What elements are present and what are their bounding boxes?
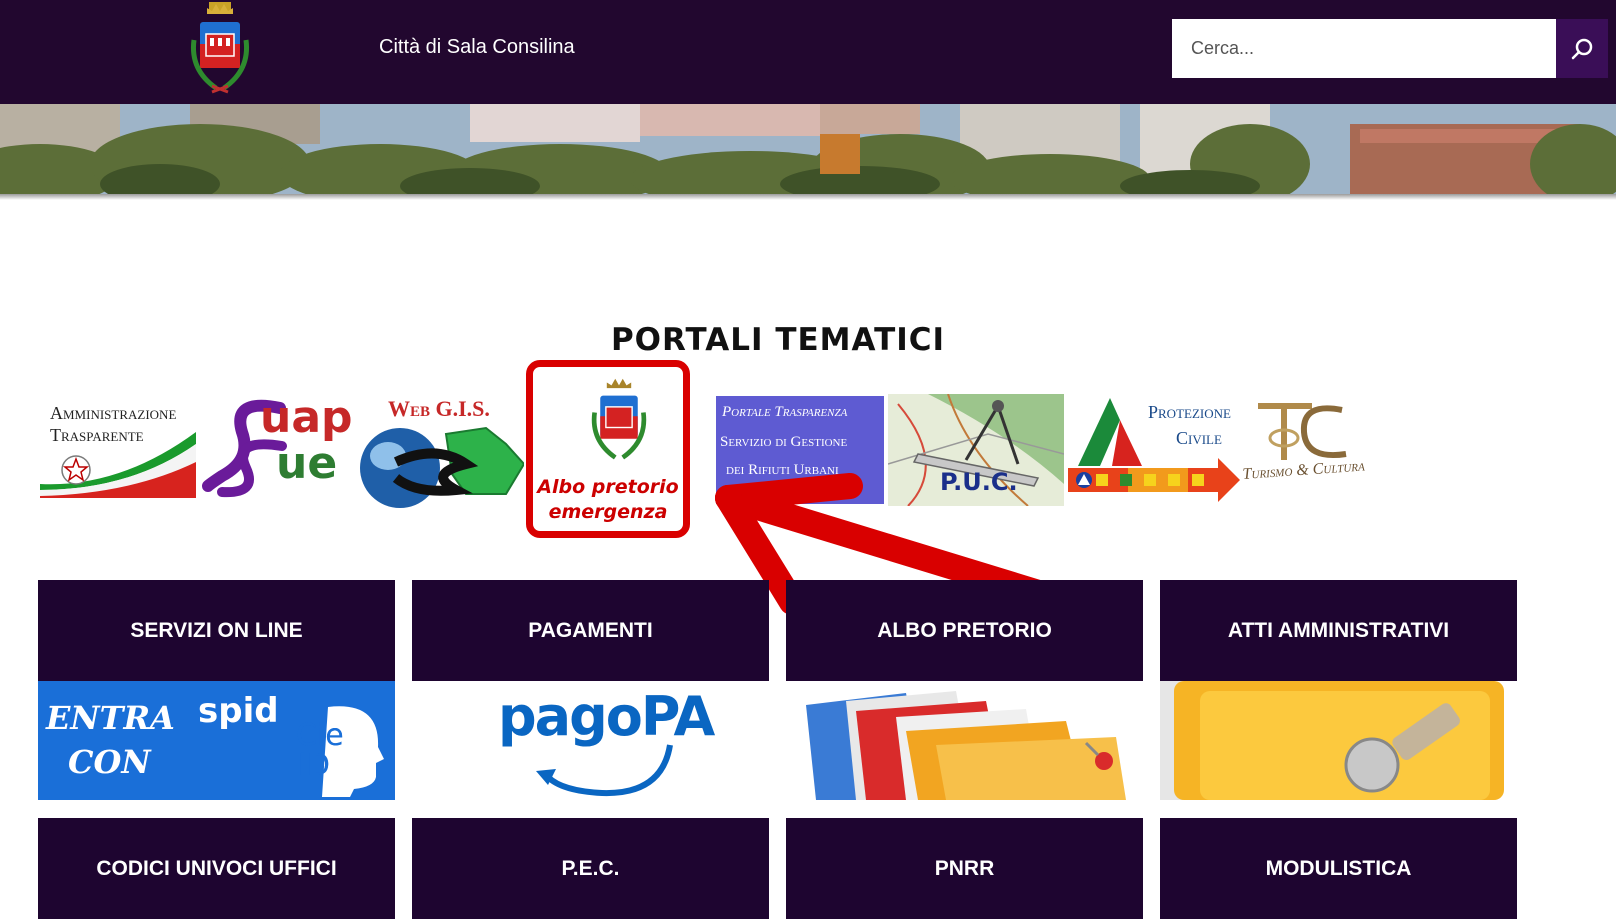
portal-label-line1: Amministrazione: [50, 403, 177, 423]
locked-folder-image: [1160, 681, 1517, 800]
portal-puc[interactable]: P.U.C.: [888, 394, 1064, 506]
portal-trasparenza-rifiuti[interactable]: Portale Trasparenza Servizio di Gestione…: [716, 396, 884, 504]
coat-of-arms-logo[interactable]: [186, 0, 254, 96]
tile-atti-amministrativi[interactable]: ATTI AMMINISTRATIVI: [1160, 580, 1517, 800]
albo-emergenza-line1: Albo pretorio: [537, 476, 679, 498]
tile-servizi-on-line-title: SERVIZI ON LINE: [38, 580, 395, 681]
suap-text: uap: [260, 392, 353, 443]
protezione-label-line1: Protezione: [1148, 402, 1231, 422]
folders-icon: [806, 691, 1126, 800]
albo-emergenza-label: Albo pretorio emergenza: [533, 475, 683, 525]
cie-text: Cie ID: [296, 721, 344, 781]
folders-image: [786, 681, 1143, 800]
search-input[interactable]: [1172, 19, 1556, 78]
site-header: Città di Sala Consilina: [0, 0, 1616, 104]
cie-line2: ID: [298, 748, 330, 783]
portal-amministrazione-trasparente[interactable]: Amministrazione Trasparente: [40, 398, 196, 500]
spid-cie-login-image: ENTRA CON spid Cie ID: [38, 681, 395, 800]
trasparenza-line2: Servizio di Gestione: [720, 434, 848, 450]
sue-text: ue: [276, 438, 338, 489]
portal-turismo-cultura[interactable]: Turismo & Cultura: [1242, 398, 1388, 494]
tile-pagamenti[interactable]: PAGAMENTI pagoPA: [412, 580, 769, 800]
portal-protezione-civile[interactable]: Protezione Civile: [1068, 394, 1240, 504]
search-bar: [1172, 19, 1608, 78]
trasparenza-line1: Portale Trasparenza: [722, 404, 848, 420]
pagopa-text: pagoPA: [498, 685, 715, 748]
tile-servizi-on-line[interactable]: SERVIZI ON LINE ENTRA CON spid Cie ID: [38, 580, 395, 800]
entra-text: ENTRA: [46, 699, 175, 737]
italian-flag-swoosh-icon: [40, 432, 196, 498]
portals-section-title: PORTALI TEMATICI: [610, 322, 946, 358]
portal-albo-pretorio-emergenza[interactable]: Albo pretorio emergenza: [526, 360, 690, 538]
tile-albo-pretorio-title: ALBO PRETORIO: [786, 580, 1143, 681]
turismo-cultura-logo-icon: [1258, 403, 1347, 460]
tile-pagamenti-title: PAGAMENTI: [412, 580, 769, 681]
site-title[interactable]: Città di Sala Consilina: [379, 36, 575, 59]
tile-atti-amministrativi-title: ATTI AMMINISTRATIVI: [1160, 580, 1517, 681]
albo-emergenza-line2: emergenza: [548, 501, 668, 523]
pagopa-logo-image: pagoPA: [412, 681, 769, 800]
search-icon: [1571, 38, 1593, 59]
town-banner-photo: [0, 104, 1616, 196]
town-panorama-image: [0, 104, 1616, 196]
web-gis-label: Web G.I.S.: [388, 396, 490, 421]
puc-label: P.U.C.: [940, 468, 1018, 496]
tile-albo-pretorio[interactable]: ALBO PRETORIO: [786, 580, 1143, 800]
spid-logo-text: spid: [198, 691, 279, 731]
cie-line1: Cie: [296, 718, 344, 753]
con-text: CON: [68, 743, 151, 781]
trasparenza-line3: dei Rifiuti Urbani: [726, 462, 839, 478]
globe-map-icon: [360, 426, 524, 508]
search-button[interactable]: [1556, 19, 1608, 78]
portal-suap-sue[interactable]: uap ue: [202, 392, 354, 498]
portal-web-gis[interactable]: Web G.I.S.: [356, 396, 524, 508]
pagopa-arc-icon: [536, 744, 673, 797]
locked-folder-icon: [1160, 681, 1504, 800]
protezione-label-line2: Civile: [1176, 428, 1222, 448]
banner-shadow: [0, 194, 1616, 200]
coat-of-arms-icon: [591, 378, 647, 460]
